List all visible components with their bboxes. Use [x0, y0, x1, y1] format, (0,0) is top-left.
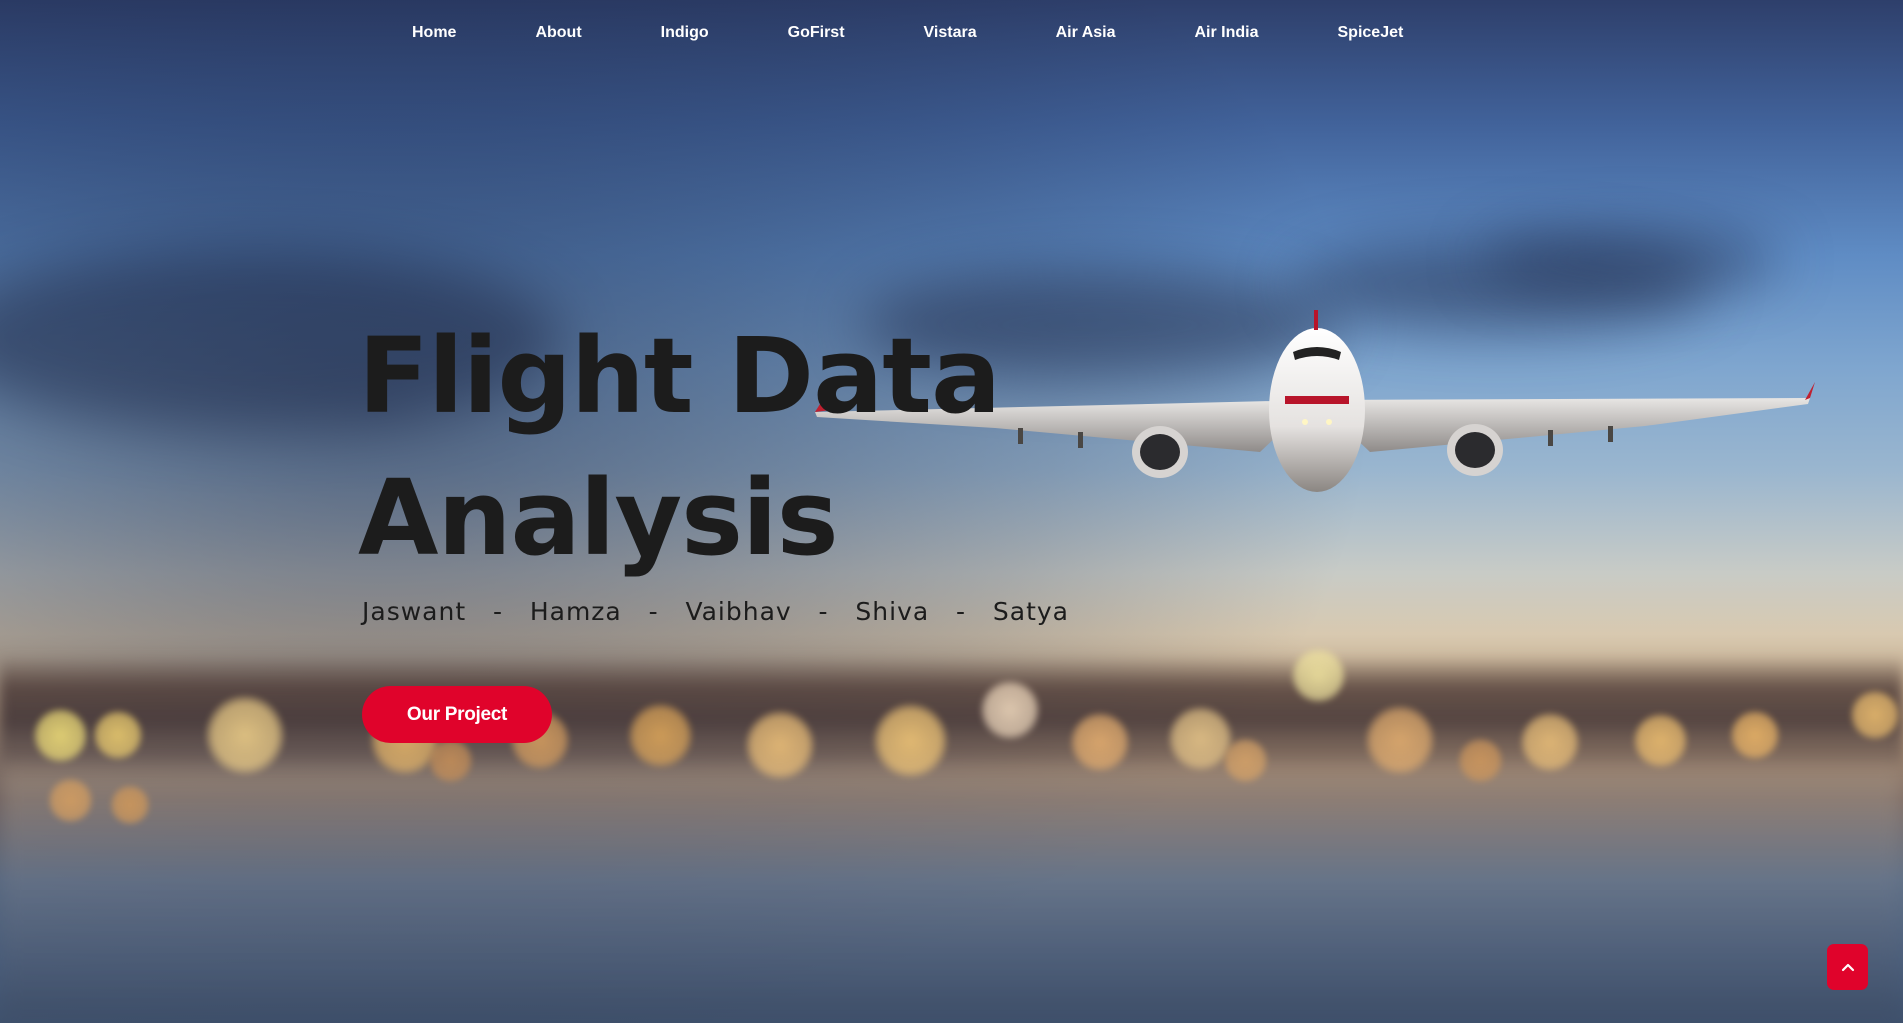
scroll-to-top-button[interactable]	[1827, 944, 1868, 990]
hero-section: Home About Indigo GoFirst Vistara Air As…	[0, 0, 1903, 1023]
bokeh-light	[1457, 737, 1503, 783]
nav-item-about[interactable]: About	[513, 18, 603, 48]
bokeh-light	[110, 785, 150, 825]
hero-title-line-1: Flight Data	[358, 315, 1001, 437]
bokeh-light	[205, 695, 285, 775]
nav-item-gofirst[interactable]: GoFirst	[766, 18, 867, 48]
bokeh-light	[47, 777, 93, 823]
bokeh-light	[980, 680, 1040, 740]
bokeh-light	[1222, 737, 1268, 783]
nav-item-spicejet[interactable]: SpiceJet	[1316, 18, 1426, 48]
background-horizon	[0, 655, 1903, 765]
bokeh-light	[1070, 712, 1130, 772]
nav-item-air-india[interactable]: Air India	[1172, 18, 1280, 48]
chevron-up-icon	[1841, 963, 1854, 972]
bokeh-light	[1290, 647, 1346, 703]
background-cloud	[1480, 230, 1780, 290]
bokeh-light	[1365, 705, 1435, 775]
bokeh-light	[32, 707, 88, 763]
top-navigation: Home About Indigo GoFirst Vistara Air As…	[390, 18, 1460, 48]
bokeh-light	[1730, 710, 1780, 760]
nav-item-indigo[interactable]: Indigo	[639, 18, 731, 48]
bokeh-light	[745, 710, 815, 780]
bokeh-light	[427, 737, 473, 783]
team-members: Jaswant - Hamza - Vaibhav - Shiva - Saty…	[362, 597, 1069, 626]
nav-item-vistara[interactable]: Vistara	[902, 18, 999, 48]
hero-title: Flight Data Analysis	[358, 305, 1058, 589]
nav-item-air-asia[interactable]: Air Asia	[1034, 18, 1138, 48]
background-water-reflection	[0, 770, 1903, 1023]
bokeh-light	[872, 702, 948, 778]
nav-item-home[interactable]: Home	[390, 18, 478, 48]
bokeh-light	[627, 702, 693, 768]
bokeh-light	[1850, 690, 1900, 740]
our-project-button[interactable]: Our Project	[362, 686, 552, 743]
hero-title-line-2: Analysis	[358, 457, 839, 579]
bokeh-light	[1520, 712, 1580, 772]
bokeh-light	[1632, 712, 1688, 768]
bokeh-light	[93, 710, 143, 760]
